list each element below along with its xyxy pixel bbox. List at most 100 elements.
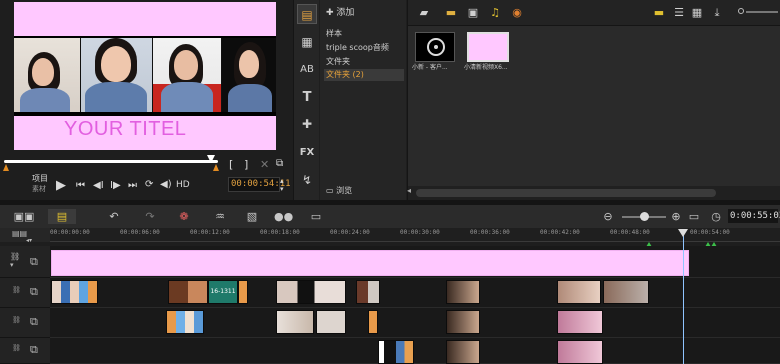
zoom-in-icon[interactable]: ⊕ [670, 209, 682, 224]
timeline-clip[interactable] [166, 310, 204, 334]
volume-icon[interactable]: ◀) [160, 179, 172, 190]
mode-clip-label[interactable]: 素材 [32, 184, 46, 194]
fit-project-icon[interactable]: ▭ [688, 209, 700, 224]
filter-icon[interactable]: FX [297, 143, 317, 163]
ruler-tick-label: 00:00:18:00 [260, 229, 300, 236]
motion-tracking-icon[interactable]: ●● [274, 209, 293, 224]
collapse-arrow-icon[interactable]: ◂ [407, 186, 415, 200]
mode-project-label[interactable]: 项目 [32, 173, 48, 184]
show-videos-icon[interactable]: ▬ [444, 6, 458, 19]
track-manager-icon[interactable]: ▤▤ [12, 229, 27, 238]
track-overlay-1[interactable]: 16-1311 [50, 278, 780, 308]
timeline-clip[interactable] [446, 280, 480, 304]
media-thumbnail[interactable] [415, 32, 455, 62]
media-library-icon[interactable]: ▤ [297, 4, 317, 24]
record-capture-icon[interactable]: ❁ [176, 209, 192, 224]
timeline-playhead[interactable] [683, 233, 684, 364]
track-link-icon[interactable]: ⛓ [12, 316, 21, 324]
track-expand-icon[interactable]: ▾ [10, 261, 14, 269]
show-audio-icon[interactable]: ♫ [488, 6, 502, 19]
timeline-clip[interactable] [557, 310, 603, 334]
project-duration-icon: ◷ [711, 210, 721, 223]
thumbnail-size-slider[interactable] [746, 11, 778, 13]
timeline-clip-label[interactable]: 16-1311 [208, 280, 238, 304]
preview-canvas[interactable]: YOUR TITEL [14, 2, 276, 150]
timeline-clip[interactable] [168, 280, 208, 304]
timeline-clip[interactable] [276, 310, 314, 334]
timeline-clip[interactable] [378, 340, 414, 364]
media-scrollbar[interactable] [408, 186, 780, 200]
title-icon[interactable]: T [297, 88, 317, 108]
media-thumbnail[interactable] [467, 32, 509, 62]
chapter-menu-icon[interactable]: ◂▾ [26, 237, 32, 244]
timeline-clip[interactable] [356, 280, 380, 304]
track-overlay-3[interactable] [50, 338, 780, 364]
sound-mixer-icon[interactable]: ♒ [212, 209, 228, 224]
add-folder-button[interactable]: ✚ 添加 [326, 5, 354, 18]
zoom-out-icon[interactable]: ⊖ [602, 209, 614, 224]
timeline-clip[interactable] [603, 280, 649, 304]
timeline-clip[interactable] [276, 280, 346, 304]
media-thumbnail-label: 小新 - 客户... [412, 64, 448, 71]
repeat-icon[interactable]: ⟳ [145, 179, 153, 190]
timeline-zoom-knob[interactable] [640, 212, 649, 221]
auto-music-icon[interactable]: ▧ [244, 209, 260, 224]
timeline-clip[interactable] [557, 280, 601, 304]
show-photos-icon[interactable]: ▣ [466, 6, 480, 19]
list-view-icon[interactable]: ☰ [672, 6, 686, 19]
browse-label: 浏览 [336, 186, 353, 195]
split-clip-icon[interactable]: ✕ [260, 158, 269, 171]
thumbnail-view-icon[interactable]: ▬ [652, 6, 666, 19]
library-folder-item[interactable]: triple scoop音频 [324, 42, 404, 54]
timeline-clip[interactable] [316, 310, 346, 334]
web-icon[interactable]: ◉ [510, 6, 524, 19]
next-frame-icon[interactable]: Ⅰ▶ [110, 180, 121, 191]
prev-frame-icon[interactable]: ◀Ⅰ [93, 180, 104, 191]
preview-top-pink-band [14, 2, 276, 36]
ruler-tick-label: 00:00:30:00 [400, 229, 440, 236]
redo-icon[interactable]: ↷ [142, 209, 158, 224]
subtitle-editor-icon[interactable]: ▭ [308, 209, 324, 224]
mark-out-icon[interactable] [213, 164, 219, 171]
track-visibility-icon[interactable]: ⛓ [10, 252, 20, 261]
undo-icon[interactable]: ↶ [106, 209, 122, 224]
timeline-clip[interactable] [368, 310, 378, 334]
mark-in-icon[interactable] [3, 164, 9, 171]
hd-button[interactable]: HD [176, 180, 190, 190]
timecode-stepper-icon[interactable]: ▴ ▾ [280, 177, 284, 193]
play-icon[interactable]: ▶ [56, 178, 66, 193]
storyboard-view-icon[interactable]: ▣▣ [12, 209, 36, 224]
preview-timecode[interactable]: 00:00:54:11 [228, 177, 291, 192]
mark-out-button[interactable]: ] [244, 158, 248, 171]
track-link-icon[interactable]: ⛓ [12, 286, 21, 294]
library-folder-item-selected[interactable]: 文件夹 (2) [324, 69, 404, 81]
timeline-clip[interactable] [446, 310, 480, 334]
motion-path-icon[interactable]: ↯ [297, 170, 317, 190]
timeline-ruler[interactable]: 00:00:00:00 00:00:06:00 00:00:12:00 00:0… [50, 228, 780, 242]
preview-scrubber-track[interactable] [4, 160, 218, 163]
instant-project-icon[interactable]: ▦ [297, 32, 317, 52]
enlarge-preview-icon[interactable]: ⧉ [276, 158, 283, 169]
timeline-toolbar: ▣▣ ▤ ↶ ↷ ❁ ♒ ▧ ●● ▭ ⊖ ⊕ ▭ ◷ 0:00:55:03 [0, 205, 780, 228]
folder-icon[interactable]: ▰ [417, 6, 431, 19]
library-folder-item[interactable]: 样本 [324, 28, 404, 40]
timeline-clip-title-bar[interactable] [51, 250, 689, 276]
timeline-clip[interactable] [446, 340, 480, 364]
timeline-timecode[interactable]: 0:00:55:03 [728, 209, 780, 223]
mark-in-button[interactable]: [ [229, 158, 233, 171]
transition-icon[interactable]: AB [297, 60, 317, 80]
go-start-icon[interactable]: ⏮ [76, 180, 85, 191]
browse-button[interactable]: ▭ 浏览 [326, 185, 352, 196]
go-end-icon[interactable]: ⏭ [128, 180, 137, 191]
timeline-clip[interactable] [557, 340, 603, 364]
library-folder-item[interactable]: 文件夹 [324, 56, 404, 68]
details-view-icon[interactable]: ▦ [690, 6, 704, 19]
graphic-icon[interactable]: ✚ [297, 114, 317, 134]
media-scrollbar-thumb[interactable] [416, 189, 716, 197]
track-link-icon[interactable]: ⛓ [12, 344, 21, 352]
timeline-clip[interactable] [51, 280, 98, 304]
timeline-clip[interactable] [238, 280, 248, 304]
import-icon[interactable]: ⤓ [710, 6, 724, 19]
track-overlay-2[interactable] [50, 308, 780, 338]
timeline-view-icon[interactable]: ▤ [48, 209, 76, 224]
